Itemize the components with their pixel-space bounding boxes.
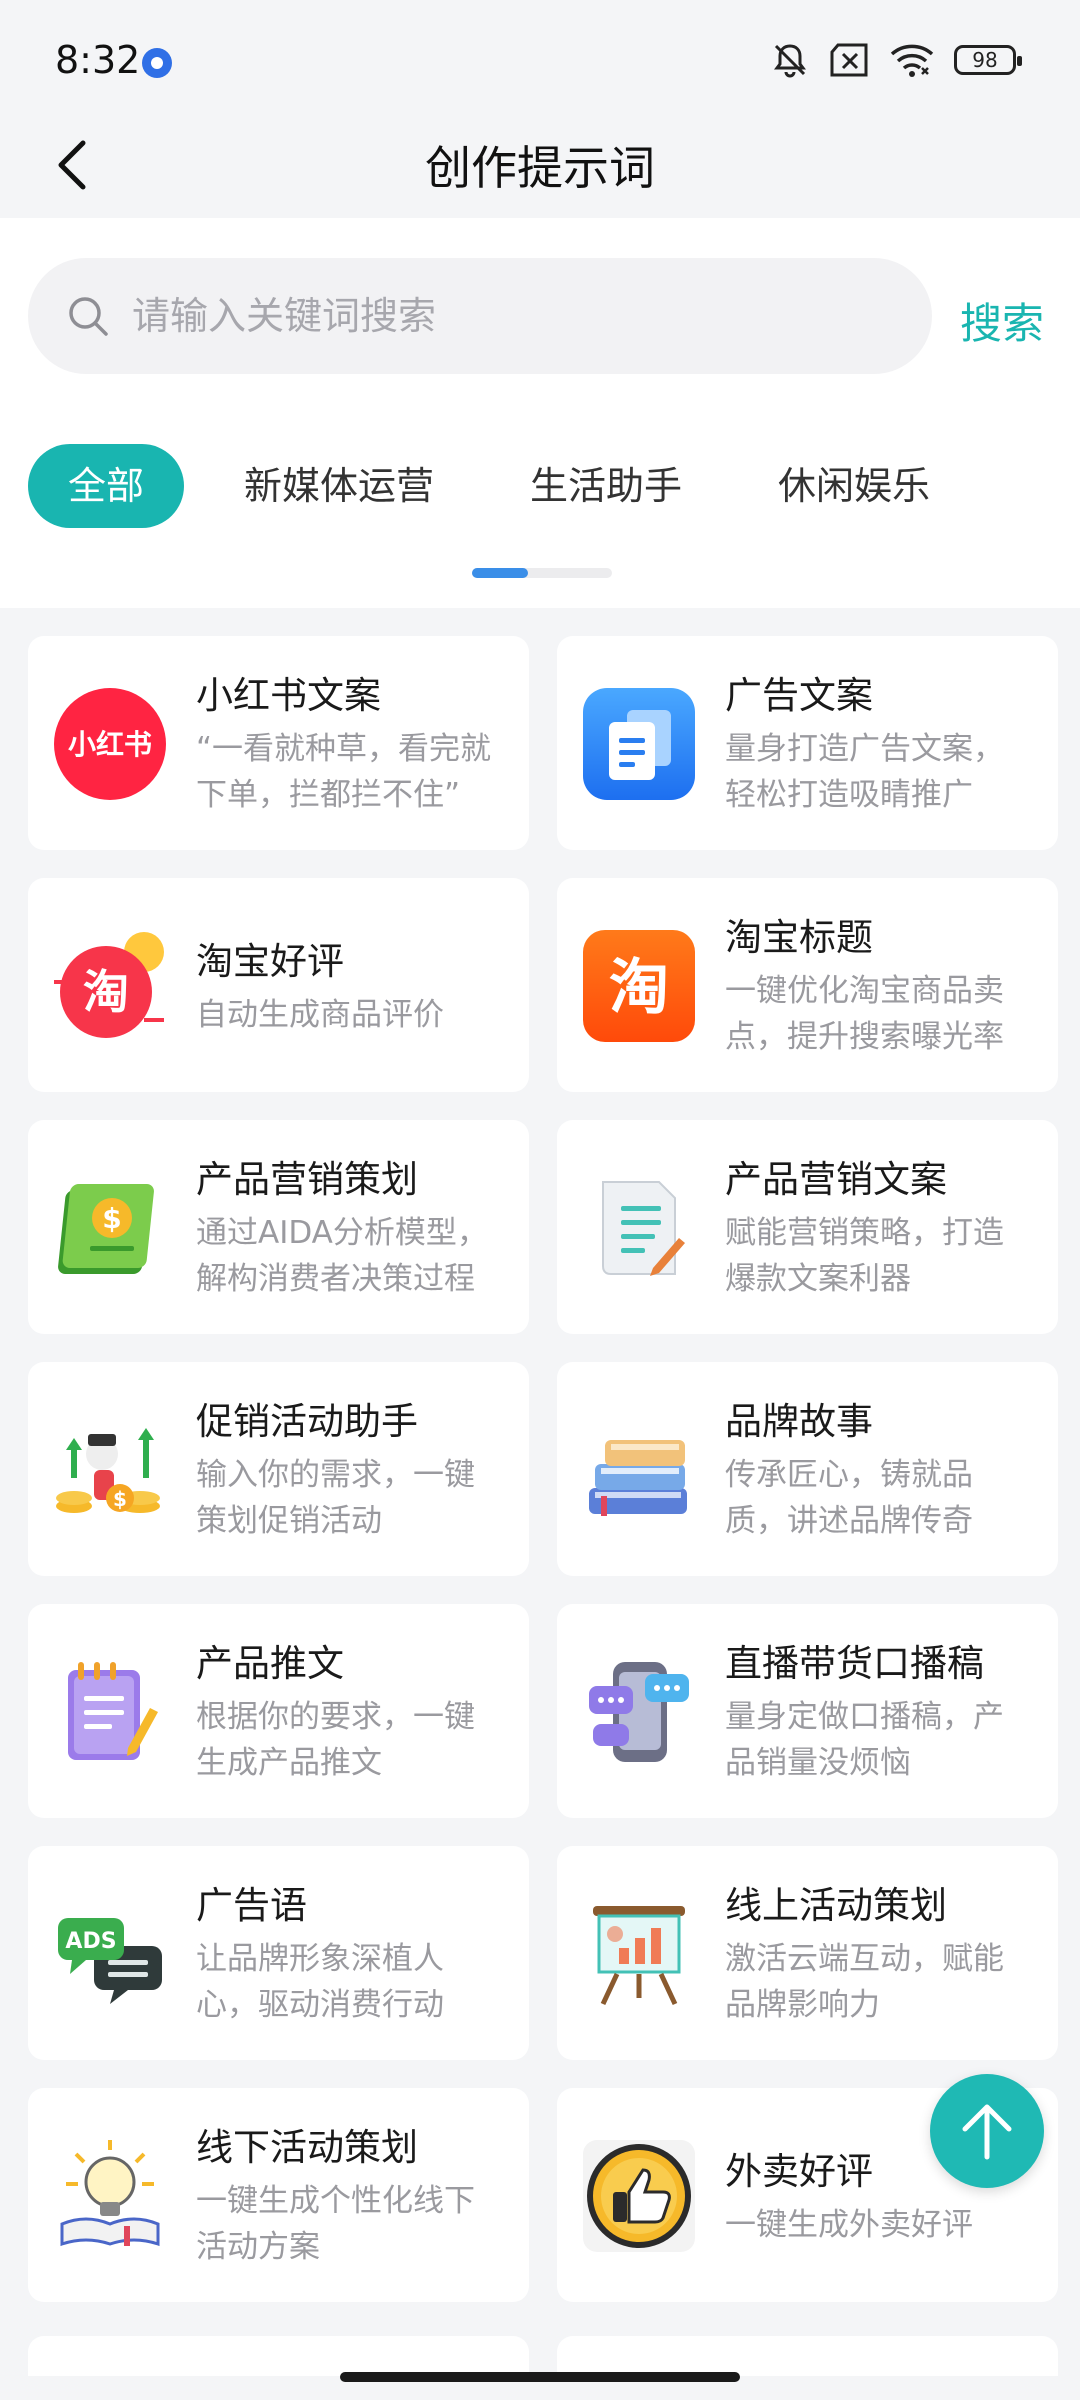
tab-all[interactable]: 全部 xyxy=(28,444,185,528)
card-description: 传承匠心，铸就品质，讲述品牌传奇 xyxy=(725,1457,973,1539)
search-input[interactable] xyxy=(130,293,894,339)
card-description: 一键优化淘宝商品卖点，提升搜索曝光率 xyxy=(725,973,1004,1055)
battery-level: 98 xyxy=(972,48,998,72)
thumbs-up-badge-icon xyxy=(583,2140,695,2252)
card-description: 输入你的需求，一键策划促销活动 xyxy=(196,1457,475,1539)
home-indicator[interactable] xyxy=(340,2372,740,2382)
no-sim-icon xyxy=(828,42,870,78)
xiaohongshu-logo-icon: 小红书 xyxy=(54,688,166,800)
status-time: 8:32 xyxy=(55,38,141,82)
svg-text:$: $ xyxy=(102,1202,121,1235)
phone-chat-icon xyxy=(583,1656,695,1768)
presentation-board-icon xyxy=(583,1898,695,2010)
prompt-card[interactable]: 产品推文 根据你的要求，一键生成产品推文 xyxy=(28,1604,529,1818)
prompt-card-grid: 小红书 小红书文案 “一看就种草，看完就下单，拦都拦不住” 广告文案 量身打造广… xyxy=(28,636,1058,2302)
card-title: 产品营销文案 xyxy=(725,1158,947,1201)
card-partial xyxy=(557,2336,1058,2376)
taobao-logo-icon: 淘 xyxy=(583,930,695,1042)
card-title: 小红书文案 xyxy=(196,674,381,717)
svg-text:ADS: ADS xyxy=(65,1929,116,1954)
status-icons: 98 xyxy=(770,40,1022,80)
next-row-partial xyxy=(28,2336,1058,2376)
prompt-card[interactable]: 线下活动策划 一键生成个性化线下活动方案 xyxy=(28,2088,529,2302)
status-bar: 8:32 98 xyxy=(0,0,1080,120)
search-box[interactable] xyxy=(28,258,932,374)
lightbulb-book-icon xyxy=(54,2140,166,2252)
prompt-card[interactable]: ADS 广告语 让品牌形象深植人心，驱动消费行动 xyxy=(28,1846,529,2060)
app-notification-icon xyxy=(142,48,172,78)
tab-new-media[interactable]: 新媒体运营 xyxy=(208,444,470,528)
search-filter-panel: 搜索 全部 新媒体运营 生活助手 休闲娱乐 xyxy=(0,218,1080,608)
card-partial xyxy=(28,2336,529,2376)
card-title: 产品推文 xyxy=(196,1642,344,1685)
prompt-card[interactable]: $ 产品营销策划 通过AIDA分析模型，解构消费者决策过程 xyxy=(28,1120,529,1334)
arrow-up-icon xyxy=(962,2104,1012,2160)
card-title: 产品营销策划 xyxy=(196,1158,418,1201)
card-title: 促销活动助手 xyxy=(196,1400,418,1443)
prompt-card[interactable]: 淘 淘宝好评 自动生成商品评价 xyxy=(28,878,529,1092)
promotion-coins-icon: $ xyxy=(54,1414,166,1526)
card-description: 一键生成外卖好评 xyxy=(725,2207,973,2243)
ads-bubble-icon: ADS xyxy=(54,1898,166,2010)
card-title: 线上活动策划 xyxy=(725,1884,947,1927)
svg-text:小红书: 小红书 xyxy=(68,728,152,761)
prompt-card[interactable]: 产品营销文案 赋能营销策略，打造爆款文案利器 xyxy=(557,1120,1058,1334)
nav-bar: 创作提示词 xyxy=(0,120,1080,218)
card-title: 品牌故事 xyxy=(725,1400,873,1443)
search-icon xyxy=(69,297,108,336)
category-tabs: 全部 新媒体运营 生活助手 休闲娱乐 xyxy=(28,444,966,528)
paper-pen-icon xyxy=(583,1172,695,1284)
card-title: 直播带货口播稿 xyxy=(725,1642,984,1685)
bell-muted-icon xyxy=(770,40,810,80)
card-title: 线下活动策划 xyxy=(196,2126,418,2169)
prompt-card[interactable]: 淘 淘宝标题 一键优化淘宝商品卖点，提升搜索曝光率 xyxy=(557,878,1058,1092)
prompt-card[interactable]: 广告文案 量身打造广告文案，轻松打造吸睛推广 xyxy=(557,636,1058,850)
card-description: 量身定做口播稿，产品销量没烦恼 xyxy=(725,1699,1004,1781)
tab-scroll-indicator xyxy=(472,568,612,578)
card-description: 让品牌形象深植人心，驱动消费行动 xyxy=(196,1941,444,2023)
card-description: 赋能营销策略，打造爆款文案利器 xyxy=(725,1215,1004,1297)
prompt-card[interactable]: 品牌故事 传承匠心，铸就品质，讲述品牌传奇 xyxy=(557,1362,1058,1576)
wifi-icon xyxy=(888,42,936,78)
stacked-books-icon xyxy=(583,1414,695,1526)
document-copy-icon xyxy=(583,688,695,800)
money-book-icon: $ xyxy=(54,1172,166,1284)
search-button[interactable]: 搜索 xyxy=(960,290,1044,351)
card-description: 一键生成个性化线下活动方案 xyxy=(196,2183,475,2265)
tab-life-assistant[interactable]: 生活助手 xyxy=(494,444,718,528)
card-title: 广告语 xyxy=(196,1884,307,1927)
card-description: 根据你的要求，一键生成产品推文 xyxy=(196,1699,475,1781)
svg-text:$: $ xyxy=(113,1487,127,1511)
card-title: 广告文案 xyxy=(725,674,873,717)
back-to-top-button[interactable] xyxy=(930,2074,1044,2188)
prompt-card[interactable]: $ 促销活动助手 输入你的需求，一键策划促销活动 xyxy=(28,1362,529,1576)
card-description: 自动生成商品评价 xyxy=(196,997,444,1033)
svg-text:淘: 淘 xyxy=(83,965,129,1019)
card-title: 淘宝标题 xyxy=(725,916,873,959)
battery-icon: 98 xyxy=(954,45,1022,75)
svg-text:淘: 淘 xyxy=(609,953,669,1023)
taobao-review-icon: 淘 xyxy=(54,930,166,1042)
prompt-card[interactable]: 线上活动策划 激活云端互动，赋能品牌影响力 xyxy=(557,1846,1058,2060)
tab-scroll-thumb xyxy=(472,568,528,578)
card-description: 量身打造广告文案，轻松打造吸睛推广 xyxy=(725,731,1004,813)
card-description: “一看就种草，看完就下单，拦都拦不住” xyxy=(196,731,492,813)
card-description: 激活云端互动，赋能品牌影响力 xyxy=(725,1941,1004,2023)
prompt-card[interactable]: 小红书 小红书文案 “一看就种草，看完就下单，拦都拦不住” xyxy=(28,636,529,850)
notepad-pencil-icon xyxy=(54,1656,166,1768)
card-title: 淘宝好评 xyxy=(196,940,344,983)
card-description: 通过AIDA分析模型，解构消费者决策过程 xyxy=(196,1215,488,1297)
page-title: 创作提示词 xyxy=(425,141,655,195)
prompt-card[interactable]: 直播带货口播稿 量身定做口播稿，产品销量没烦恼 xyxy=(557,1604,1058,1818)
tab-leisure[interactable]: 休闲娱乐 xyxy=(742,444,966,528)
